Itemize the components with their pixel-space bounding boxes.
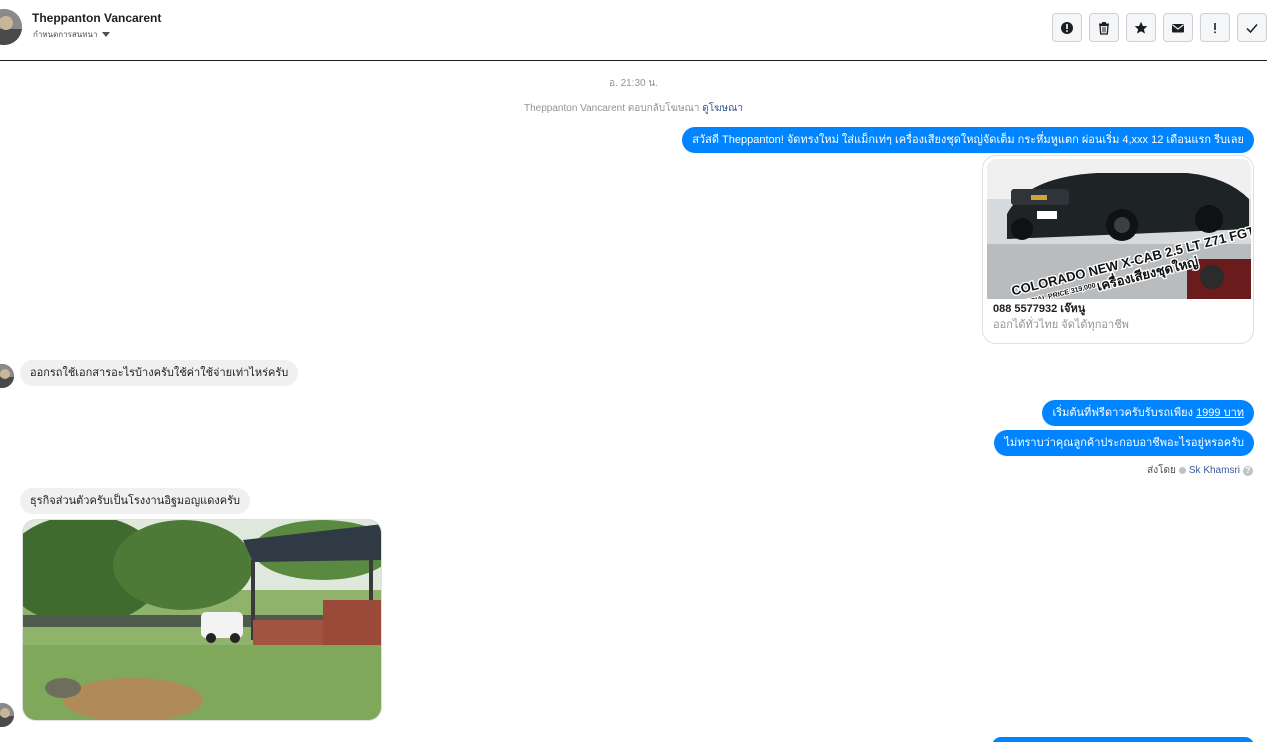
check-icon [1246,23,1258,33]
ad-reply-text: Theppanton Vancarent ตอบกลับโฆษณา [524,103,700,114]
chevron-down-icon [101,32,110,37]
follow-up-button[interactable] [1200,13,1230,42]
trash-icon [1099,21,1109,35]
contact-avatar[interactable] [0,9,22,45]
ad-reply-note: Theppanton Vancarent ตอบกลับโฆษณา ดูโฆษณ… [0,101,1267,116]
outgoing-message[interactable]: ไม่ทราบว่าคุณลูกค้าประกอบอาชีพอะไรอยู่หร… [994,430,1254,456]
agent-avatar-icon [1178,467,1186,474]
outgoing-message[interactable]: เริ่มต้นที่ฟรีดาวครับรับรถเพียง 1999 บาท [1042,400,1254,426]
mark-spam-button[interactable] [1052,13,1082,42]
message-timestamp: อ. 21:30 น. [609,78,658,89]
mark-done-button[interactable] [1237,13,1267,42]
incoming-photo[interactable] [22,519,382,721]
star-button[interactable] [1126,13,1156,42]
conversation-options-label: กำหนดการสนทนา [33,30,98,39]
contact-avatar-small[interactable] [0,364,14,388]
view-ad-link[interactable]: ดูโฆษณา [702,103,743,114]
header-actions [1052,13,1267,42]
mark-unread-button[interactable] [1163,13,1193,42]
star-icon [1134,21,1148,34]
incoming-message[interactable]: ออกรถใช้เอกสารอะไรบ้างครับใช้ค่าใช้จ่ายเ… [20,360,299,386]
price-link[interactable]: 1999 บาท [1196,407,1244,419]
sent-by-label: ส่งโดย [1147,465,1176,476]
outgoing-message-text: เริ่มต้นที่ฟรีดาวครับรับรถเพียง [1052,407,1197,419]
envelope-icon [1172,23,1184,32]
alert-circle-icon [1061,21,1073,34]
sent-by-name[interactable]: Sk Khamsri [1189,465,1240,476]
contact-name[interactable]: Theppanton Vancarent [32,11,161,25]
exclamation-icon [1214,22,1216,33]
conversation-options[interactable]: กำหนดการสนทนา [33,28,110,41]
outgoing-message-partial[interactable] [992,737,1254,742]
ad-image: COLORADO NEW X-CAB 2.5 LT Z71 FGT MT 201… [987,159,1251,299]
ad-card[interactable]: COLORADO NEW X-CAB 2.5 LT Z71 FGT MT 201… [982,155,1254,344]
conversation-header: Theppanton Vancarent กำหนดการสนทนา [0,0,1267,61]
outgoing-message[interactable]: สวัสดี Theppanton! จัดทรงใหม่ ใส่แม็กเท่… [682,127,1254,153]
delete-button[interactable] [1089,13,1119,42]
contact-avatar-small[interactable] [0,703,14,727]
sent-by-note: ส่งโดย Sk Khamsri ? [1147,463,1253,478]
help-icon[interactable]: ? [1243,465,1253,476]
ad-card-subtitle: ออกได้ทั่วไทย จัดได้ทุกอาชีพ [993,319,1129,331]
incoming-message[interactable]: ธุรกิจส่วนตัวครับเป็นโรงงานอิฐมอญแดงครับ [20,488,250,514]
